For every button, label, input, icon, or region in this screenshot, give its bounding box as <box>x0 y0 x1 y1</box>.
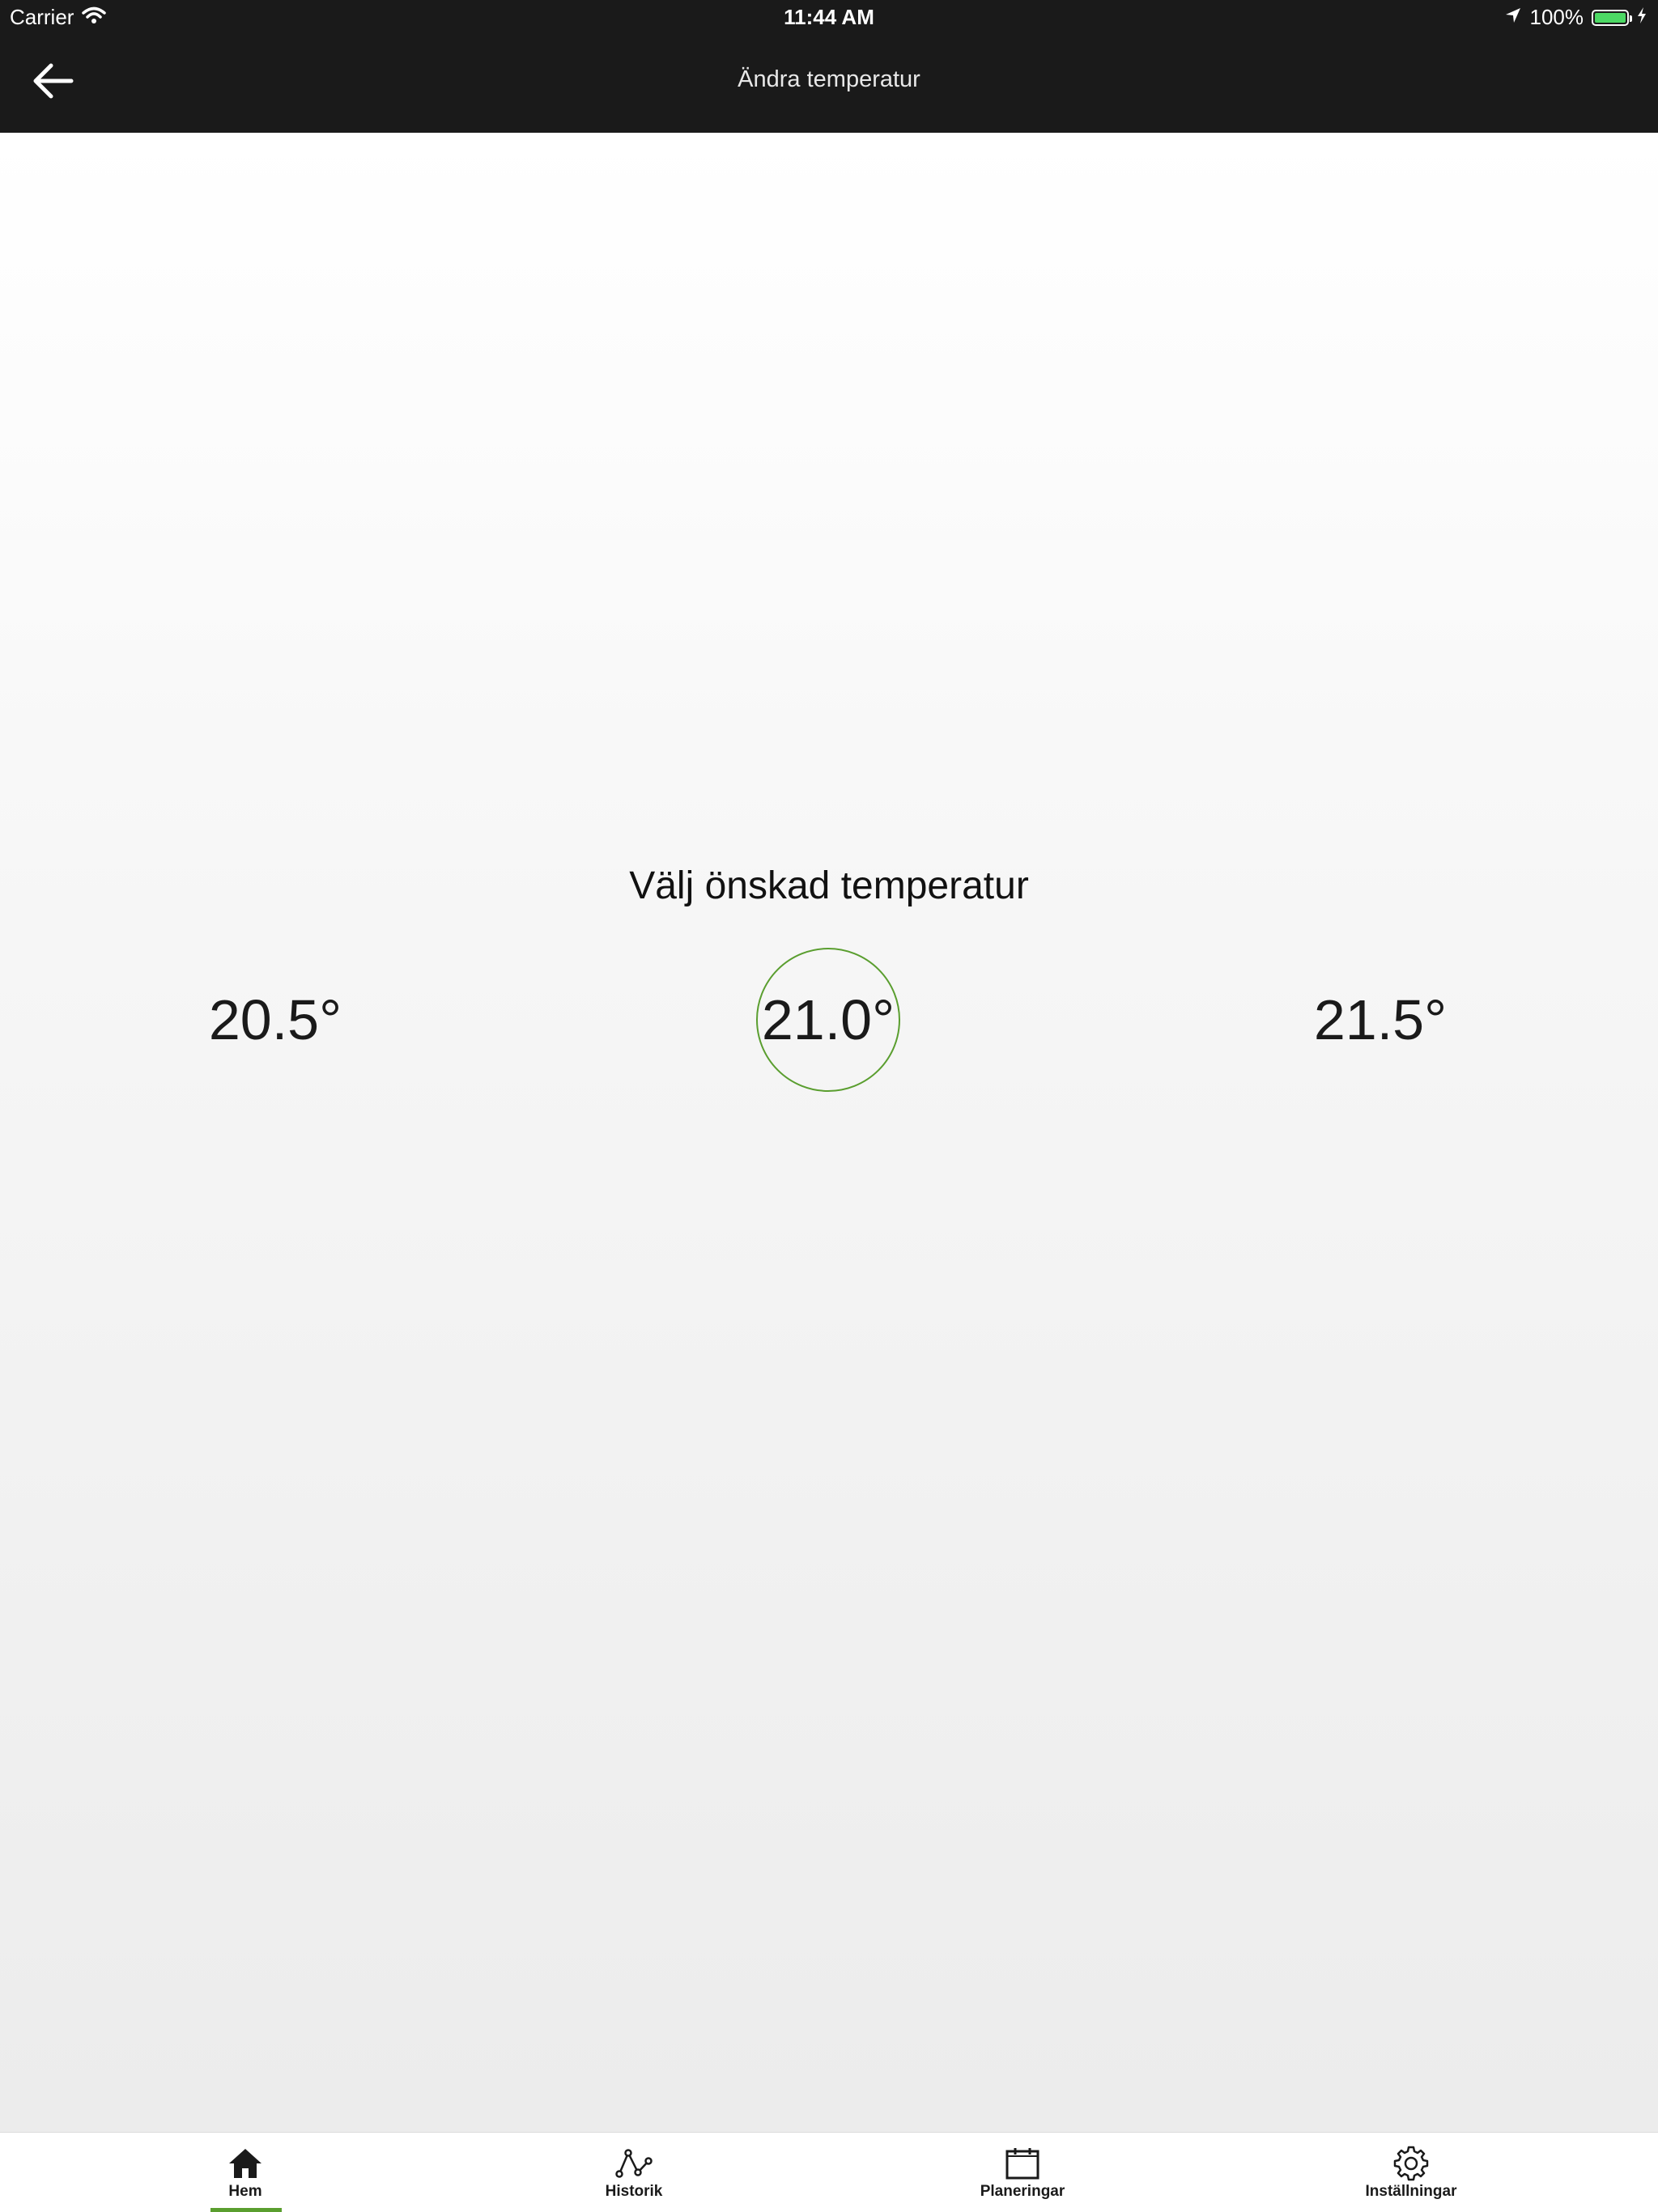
gear-icon <box>1393 2146 1429 2181</box>
temperature-prompt: Välj önskad temperatur <box>629 864 1029 907</box>
tab-plans-label: Planeringar <box>980 2183 1065 2200</box>
history-chart-icon <box>615 2146 653 2181</box>
temperature-option-selected[interactable]: 21.0° <box>756 948 900 1092</box>
tab-home[interactable]: Hem <box>124 2133 367 2212</box>
status-time: 11:44 AM <box>784 5 874 29</box>
location-arrow-icon <box>1504 5 1522 30</box>
battery-percent: 100% <box>1529 5 1584 29</box>
temperature-option-higher[interactable]: 21.5° <box>1259 947 1502 1093</box>
status-bar: Carrier 11:44 AM 100% <box>0 0 1658 32</box>
temperature-content <box>0 133 1658 2132</box>
tab-history[interactable]: Historik <box>512 2133 755 2212</box>
tab-settings[interactable]: Inställningar <box>1290 2133 1533 2212</box>
calendar-icon <box>1005 2146 1040 2181</box>
tab-home-label: Hem <box>228 2183 262 2200</box>
tab-history-label: Historik <box>605 2183 663 2200</box>
home-icon <box>227 2146 263 2181</box>
tab-settings-label: Inställningar <box>1365 2183 1457 2200</box>
battery-icon <box>1592 9 1632 26</box>
tab-plans[interactable]: Planeringar <box>901 2133 1144 2212</box>
nav-bar: Ändra temperatur <box>0 32 1658 133</box>
temperature-option-lower[interactable]: 20.5° <box>154 947 397 1093</box>
active-tab-indicator <box>210 2208 282 2212</box>
battery-fill <box>1595 12 1626 23</box>
charging-bolt-icon <box>1637 5 1647 30</box>
tab-bar: Hem Historik Planeringar Inställningar <box>0 2132 1658 2212</box>
page-title: Ändra temperatur <box>738 66 920 92</box>
status-right-group: 100% <box>1504 5 1647 30</box>
